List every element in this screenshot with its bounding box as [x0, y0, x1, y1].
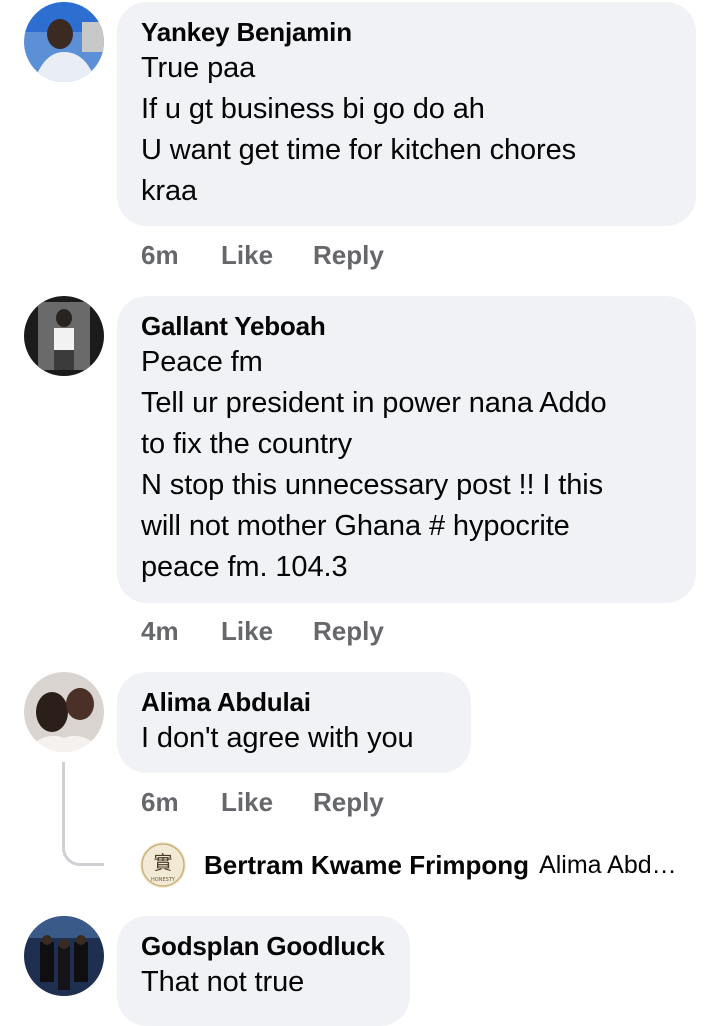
- comment-line: Peace fm: [141, 346, 263, 378]
- comment-timestamp[interactable]: 6m: [141, 787, 221, 818]
- reply-button[interactable]: Reply: [313, 616, 384, 647]
- comment-bubble: Gallant Yeboah Peace fm Tell ur presiden…: [117, 296, 696, 603]
- comment-line: U want get time for kitchen chores: [141, 134, 577, 166]
- comment-author[interactable]: Alima Abdulai: [141, 686, 447, 718]
- comment-bubble: Alima Abdulai I don't agree with you: [117, 672, 471, 773]
- comment-author[interactable]: Yankey Benjamin: [141, 16, 672, 48]
- comment-author[interactable]: Gallant Yeboah: [141, 310, 672, 342]
- comment-bubble: Yankey Benjamin True paa If u gt busines…: [117, 2, 696, 226]
- reply-button[interactable]: Reply: [313, 787, 384, 818]
- comment-text: True paa If u gt business bi go do ah U …: [141, 48, 672, 212]
- comment-line: kraa: [141, 175, 198, 207]
- avatar-bertram-kwame-frimpong[interactable]: 實 HONESTY: [140, 842, 186, 888]
- like-button[interactable]: Like: [221, 787, 313, 818]
- comment-line: N stop this unnecessary post !! I this: [141, 469, 604, 501]
- comment-actions: 4m Like Reply: [141, 616, 384, 647]
- comment-timestamp[interactable]: 6m: [141, 240, 221, 271]
- comment-timestamp[interactable]: 4m: [141, 616, 221, 647]
- comment-line: Tell ur president in power nana Addo: [141, 387, 607, 419]
- comment-line: peace fm. 104.3: [141, 551, 348, 583]
- reply-author[interactable]: Bertram Kwame Frimpong: [204, 850, 529, 881]
- comment-line: to fix the country: [141, 428, 352, 460]
- reply-snippet: Alima Abd…: [539, 850, 677, 879]
- avatar-alima-abdulai[interactable]: [24, 672, 104, 752]
- comment-line: If u gt business bi go do ah: [141, 93, 485, 125]
- reply-preview[interactable]: 實 HONESTY Bertram Kwame Frimpong Alima A…: [140, 842, 677, 888]
- like-button[interactable]: Like: [221, 616, 313, 647]
- comment-line: will not mother Ghana # hypocrite: [141, 510, 570, 542]
- reply-button[interactable]: Reply: [313, 240, 384, 271]
- avatar-gallant-yeboah[interactable]: [24, 296, 104, 376]
- reply-thread-line: [62, 762, 104, 866]
- avatar-yankey-benjamin[interactable]: [24, 2, 104, 82]
- comment-text: I don't agree with you: [141, 718, 447, 759]
- comment-actions: 6m Like Reply: [141, 240, 384, 271]
- honesty-seal-glyph: 實: [153, 852, 172, 874]
- comment-text: Peace fm Tell ur president in power nana…: [141, 342, 672, 588]
- comment-author[interactable]: Godsplan Goodluck: [141, 930, 386, 962]
- comment-bubble: Godsplan Goodluck That not true: [117, 916, 410, 1026]
- like-button[interactable]: Like: [221, 240, 313, 271]
- avatar-godsplan-goodluck[interactable]: [24, 916, 104, 996]
- comment-text: That not true: [141, 962, 386, 1003]
- comment-actions: 6m Like Reply: [141, 787, 384, 818]
- comment-line: True paa: [141, 52, 256, 84]
- comment-line: That not true: [141, 966, 305, 998]
- comment-line: I don't agree with you: [141, 722, 414, 754]
- honesty-seal-text: HONESTY: [151, 877, 176, 883]
